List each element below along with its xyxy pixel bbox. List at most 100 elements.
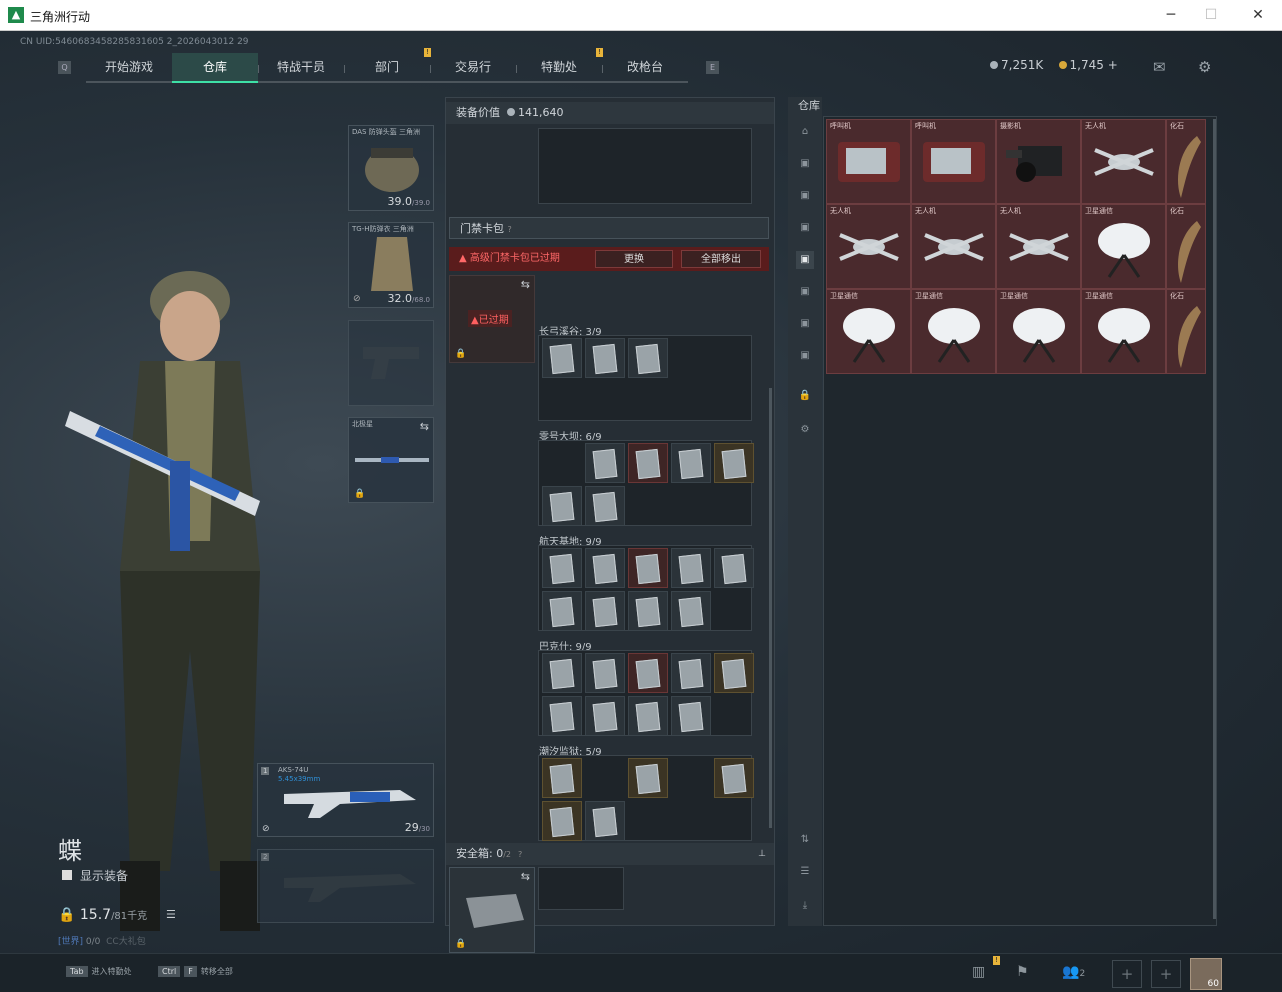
access-card-item[interactable] bbox=[628, 591, 668, 631]
tab-hint[interactable]: Tab 进入特勤处 bbox=[66, 966, 132, 977]
access-card-item[interactable] bbox=[542, 591, 582, 631]
stash-item[interactable]: 无人机 bbox=[996, 204, 1081, 289]
minimize-button[interactable]: ─ bbox=[1160, 5, 1182, 25]
remove-all-button[interactable]: 全部移出 bbox=[681, 250, 761, 268]
access-card-item[interactable] bbox=[542, 548, 582, 588]
helmet-slot[interactable]: DAS 防弹头盔 三角洲 39.0/39.0 bbox=[348, 125, 434, 211]
arrange-icon[interactable]: ⤓ bbox=[796, 897, 814, 915]
access-card-item[interactable] bbox=[585, 801, 625, 841]
access-card-item[interactable] bbox=[628, 548, 668, 588]
replace-button[interactable]: 更换 bbox=[595, 250, 673, 268]
stash-item[interactable]: 呼叫机 bbox=[826, 119, 911, 204]
add-party-slot-2[interactable]: + bbox=[1151, 960, 1181, 988]
access-card-item[interactable] bbox=[585, 696, 625, 736]
stash-item[interactable]: 化石 bbox=[1166, 204, 1206, 289]
help-icon[interactable]: ? bbox=[518, 850, 522, 859]
settings-gear-icon[interactable]: ⚙ bbox=[1198, 58, 1211, 76]
access-card-item[interactable] bbox=[671, 548, 711, 588]
safebox-slot[interactable]: ⇆ 🔒 bbox=[449, 867, 535, 953]
q-key-icon[interactable]: Q bbox=[58, 61, 71, 74]
stash-tab-3-icon[interactable]: ▣ bbox=[796, 219, 814, 237]
weight-list-icon[interactable]: ☰ bbox=[166, 908, 176, 921]
access-card-item[interactable] bbox=[542, 801, 582, 841]
access-card-item[interactable] bbox=[671, 653, 711, 693]
stash-item[interactable]: 摄影机 bbox=[996, 119, 1081, 204]
stash-grid[interactable]: 呼叫机 呼叫机 摄影机 无人机 化石 无人机 无人机 无人机 卫星通信 化石 卫星通信 卫星通信 卫星通… bbox=[823, 116, 1217, 926]
show-gear-toggle[interactable]: 显示装备 bbox=[62, 867, 128, 884]
help-icon[interactable]: ? bbox=[508, 225, 512, 234]
stash-item[interactable]: 卫星通信 bbox=[1081, 289, 1166, 374]
backpack-grid[interactable] bbox=[538, 128, 752, 204]
swap-icon[interactable]: ⇆ bbox=[521, 870, 530, 883]
tab-gunsmith[interactable]: 改枪台 bbox=[602, 53, 688, 83]
maximize-button[interactable]: ☐ bbox=[1200, 5, 1222, 25]
melee-slot[interactable]: 北极星 ⇆ 🔒 bbox=[348, 417, 434, 503]
pistol-slot[interactable] bbox=[348, 320, 434, 406]
card-pack-slot[interactable]: ▲已过期 ⇆ 🔒 bbox=[449, 275, 535, 363]
area-card-grid[interactable] bbox=[538, 755, 754, 841]
area-card-grid[interactable] bbox=[538, 650, 754, 736]
stash-item[interactable]: 无人机 bbox=[911, 204, 996, 289]
area-card-grid[interactable] bbox=[538, 335, 752, 421]
stats-icon[interactable]: ▥ bbox=[972, 964, 985, 980]
area-card-grid[interactable] bbox=[538, 440, 754, 526]
access-card-item[interactable] bbox=[714, 758, 754, 798]
access-card-item[interactable] bbox=[714, 443, 754, 483]
stash-home-icon[interactable]: ⌂ bbox=[796, 123, 814, 141]
access-card-item[interactable] bbox=[628, 443, 668, 483]
stash-item[interactable]: 无人机 bbox=[1081, 119, 1166, 204]
access-card-item[interactable] bbox=[671, 696, 711, 736]
access-card-item[interactable] bbox=[585, 548, 625, 588]
close-button[interactable]: ✕ bbox=[1247, 5, 1269, 25]
friends-icon[interactable]: 👥2 bbox=[1062, 964, 1085, 980]
e-key-icon[interactable]: E bbox=[706, 61, 719, 74]
player-avatar[interactable]: 60 bbox=[1190, 958, 1222, 990]
access-card-item[interactable] bbox=[542, 758, 582, 798]
tab-warehouse[interactable]: 仓库 bbox=[172, 53, 258, 83]
tab-operators[interactable]: 特战干员 bbox=[258, 53, 344, 83]
armor-slot[interactable]: TG-H防弹衣 三角洲 ⊘ 32.0/68.0 bbox=[348, 222, 434, 308]
primary-weapon-slot[interactable]: 1 AKS-74U 5.45x39mm ⊘ 29/30 bbox=[257, 763, 434, 837]
tab-special-ops[interactable]: 特勤处 bbox=[516, 53, 602, 83]
transfer-hint[interactable]: Ctrl F 转移全部 bbox=[158, 966, 233, 977]
area-card-grid[interactable] bbox=[538, 545, 754, 631]
stash-tab-1-icon[interactable]: ▣ bbox=[796, 155, 814, 173]
stash-tab-6-icon[interactable]: ▣ bbox=[796, 315, 814, 333]
gold-add-button[interactable]: + bbox=[1108, 58, 1118, 72]
add-party-slot-1[interactable]: + bbox=[1112, 960, 1142, 988]
access-card-item[interactable] bbox=[542, 653, 582, 693]
access-card-item[interactable] bbox=[714, 653, 754, 693]
scrollbar[interactable] bbox=[769, 388, 772, 828]
swap-icon[interactable]: ⇆ bbox=[521, 278, 530, 291]
stash-tab-7-icon[interactable]: ▣ bbox=[796, 347, 814, 365]
access-card-item[interactable] bbox=[628, 338, 668, 378]
stash-scrollbar[interactable] bbox=[1213, 119, 1216, 919]
stash-item[interactable]: 呼叫机 bbox=[911, 119, 996, 204]
stash-settings-icon[interactable]: ⚙ bbox=[796, 421, 814, 439]
stash-item[interactable]: 无人机 bbox=[826, 204, 911, 289]
stash-item[interactable]: 化石 bbox=[1166, 289, 1206, 374]
stash-tab-2-icon[interactable]: ▣ bbox=[796, 187, 814, 205]
mail-icon[interactable]: ✉ bbox=[1153, 58, 1166, 76]
chat-channel[interactable]: [世界] 0/0 CC大礼包 bbox=[58, 934, 146, 947]
access-card-item[interactable] bbox=[628, 696, 668, 736]
access-card-item[interactable] bbox=[542, 338, 582, 378]
tab-trade[interactable]: 交易行 bbox=[430, 53, 516, 83]
stash-tab-5-icon[interactable]: ▣ bbox=[796, 283, 814, 301]
access-card-item[interactable] bbox=[671, 591, 711, 631]
stash-tab-4-icon[interactable]: ▣ bbox=[796, 251, 814, 269]
access-card-item[interactable] bbox=[585, 486, 625, 526]
access-card-item[interactable] bbox=[585, 338, 625, 378]
stash-item[interactable]: 卫星通信 bbox=[996, 289, 1081, 374]
layers-icon[interactable]: ☰ bbox=[796, 863, 814, 881]
show-gear-checkbox[interactable] bbox=[62, 870, 72, 880]
tab-department[interactable]: 部门 bbox=[344, 53, 430, 83]
access-card-item[interactable] bbox=[714, 548, 754, 588]
access-card-item[interactable] bbox=[671, 443, 711, 483]
pin-icon[interactable]: ⊥ bbox=[758, 843, 766, 865]
access-card-item[interactable] bbox=[542, 696, 582, 736]
stash-item[interactable]: 化石 bbox=[1166, 119, 1206, 204]
swap-icon[interactable]: ⇆ bbox=[420, 420, 429, 433]
tab-start-game[interactable]: 开始游戏 bbox=[86, 53, 172, 83]
sort-icon[interactable]: ⇅ bbox=[796, 831, 814, 849]
